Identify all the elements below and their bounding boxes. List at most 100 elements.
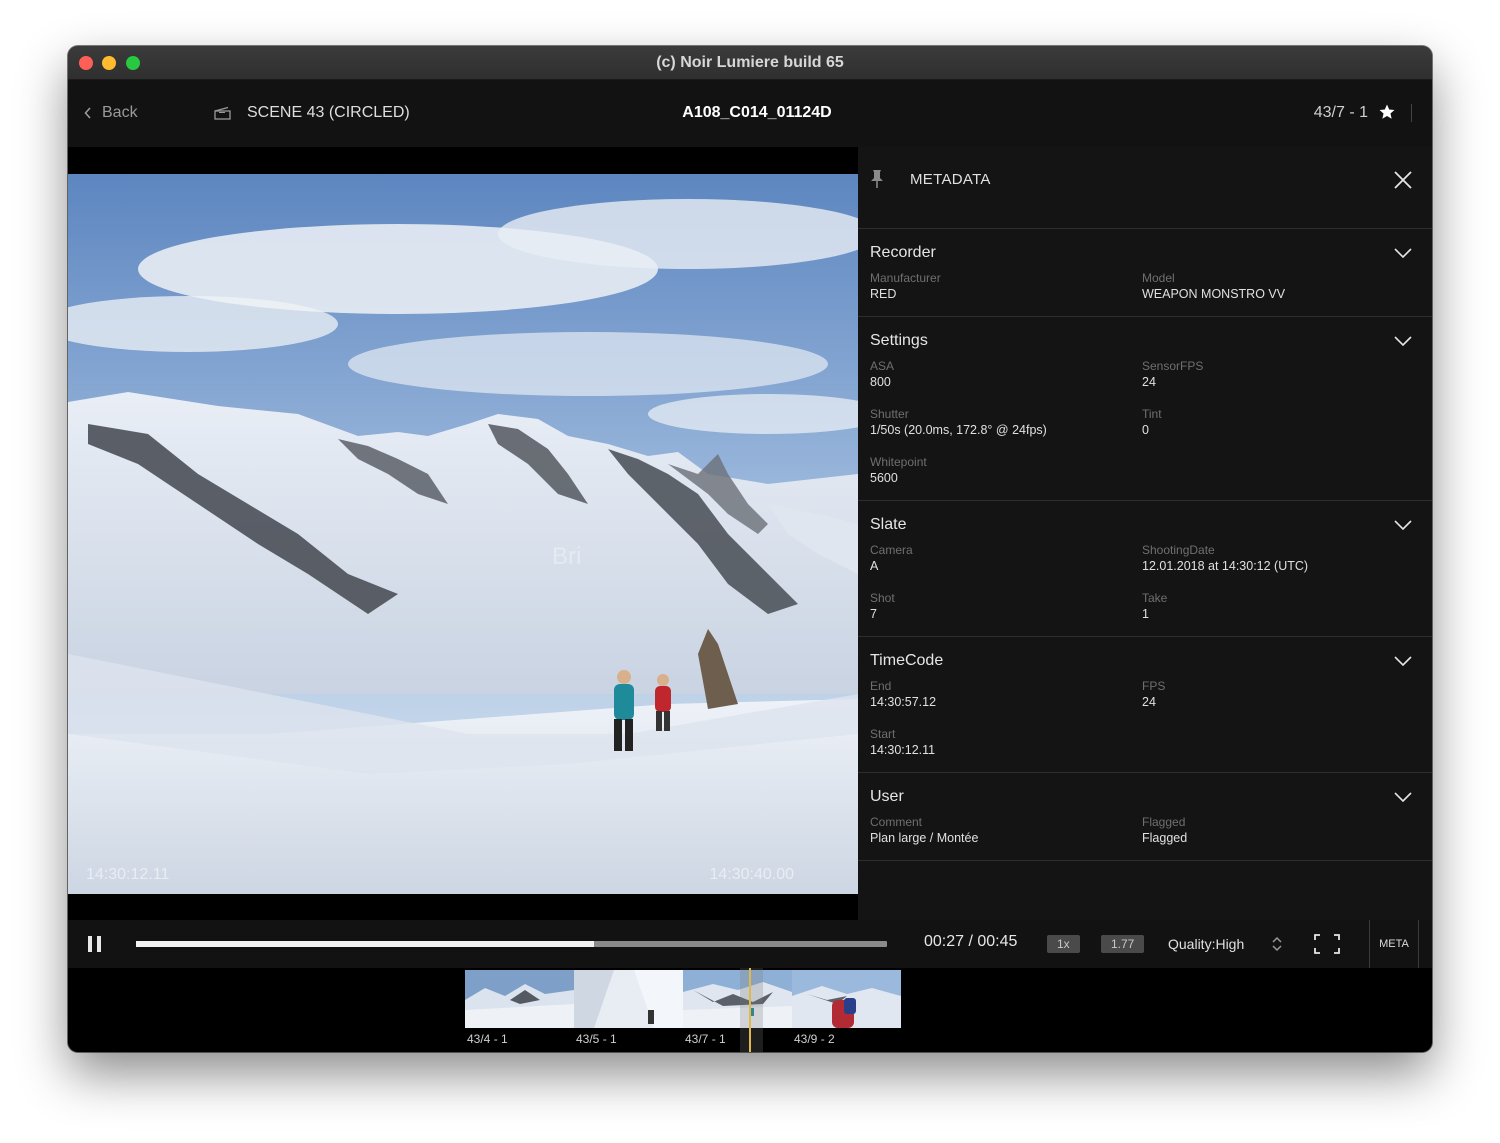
field-value: RED bbox=[870, 287, 897, 301]
video-frame[interactable]: Bri 14:30:12.11 14:30:40.00 bbox=[68, 174, 858, 894]
thumbnail-label: 43/5 - 1 bbox=[576, 1032, 617, 1046]
clip-name: A108_C014_01124D bbox=[682, 104, 832, 121]
field-fps: FPS 24 bbox=[1142, 679, 1414, 710]
metadata-title: METADATA bbox=[910, 171, 991, 188]
thumbnail-label: 43/7 - 1 bbox=[685, 1032, 726, 1046]
top-bar: Back SCENE 43 (CIRCLED) A108_C014_01124D… bbox=[68, 80, 1432, 147]
topbar-divider bbox=[1411, 104, 1412, 122]
pause-icon bbox=[88, 936, 92, 952]
chevron-down-icon bbox=[1394, 656, 1412, 666]
video-player[interactable]: Bri 14:30:12.11 14:30:40.00 bbox=[68, 147, 858, 920]
scene-label: SCENE 43 (CIRCLED) bbox=[247, 104, 410, 121]
time-display: 00:27 / 00:45 bbox=[924, 933, 1018, 950]
scene-breadcrumb[interactable]: SCENE 43 (CIRCLED) bbox=[214, 104, 410, 122]
field-value: Plan large / Montée bbox=[870, 831, 979, 845]
close-icon[interactable] bbox=[1394, 171, 1412, 189]
title-bar: (c) Noir Lumiere build 65 bbox=[68, 46, 1432, 80]
fullscreen-icon[interactable] bbox=[1314, 934, 1340, 954]
chevron-down-icon bbox=[1394, 248, 1412, 258]
section-title: TimeCode bbox=[870, 652, 944, 669]
thumbnail-image bbox=[574, 970, 683, 1028]
timecode-in: 14:30:12.11 bbox=[86, 866, 170, 883]
field-value: 24 bbox=[1142, 695, 1156, 709]
section-timecode-header[interactable]: TimeCode bbox=[870, 637, 1420, 685]
back-button[interactable]: Back bbox=[84, 104, 138, 122]
aspect-ratio-button[interactable]: 1.77 bbox=[1101, 935, 1145, 953]
field-value: 800 bbox=[870, 375, 891, 389]
playhead-highlight bbox=[740, 968, 763, 1052]
field-value: 5600 bbox=[870, 471, 898, 485]
field-label: Take bbox=[1142, 591, 1168, 605]
section-user-header[interactable]: User bbox=[870, 773, 1420, 821]
field-label: Flagged bbox=[1142, 815, 1186, 829]
timecode-out: 14:30:40.00 bbox=[709, 866, 794, 883]
field-value: 7 bbox=[870, 607, 877, 621]
thumbnail-43-7-1[interactable] bbox=[683, 970, 792, 1028]
field-grid: End 14:30:57.12 FPS 24 Start 14:30:12.11 bbox=[870, 679, 1420, 762]
thumbnail-43-4-1[interactable] bbox=[465, 970, 574, 1028]
thumbnail-image bbox=[792, 970, 901, 1028]
section-settings: Settings ASA 800 SensorFPS 24 Shutter 1/50s… bbox=[858, 317, 1432, 501]
field-value: 12.01.2018 at 14:30:12 (UTC) bbox=[1142, 559, 1309, 573]
thumbnail-43-5-1[interactable] bbox=[574, 970, 683, 1028]
window-title: (c) Noir Lumiere build 65 bbox=[656, 54, 844, 71]
field-take: Take 1 bbox=[1142, 591, 1414, 622]
field-comment: Comment Plan large / Montée bbox=[870, 815, 1142, 846]
chevron-down-icon bbox=[1394, 792, 1412, 802]
field-shot: Shot 7 bbox=[870, 591, 1142, 622]
section-title: Recorder bbox=[870, 244, 936, 261]
chevron-down-icon bbox=[1394, 520, 1412, 530]
thumbnail-43-9-2[interactable] bbox=[792, 970, 901, 1028]
field-whitepoint: Whitepoint 5600 bbox=[870, 455, 1142, 486]
field-label: SensorFPS bbox=[1142, 359, 1204, 373]
filmstrip-playhead[interactable] bbox=[749, 968, 751, 1052]
section-settings-header[interactable]: Settings bbox=[870, 317, 1420, 365]
quality-select[interactable]: Quality:High bbox=[1168, 936, 1244, 952]
field-label: Comment bbox=[870, 815, 923, 829]
field-label: Model bbox=[1142, 271, 1175, 285]
star-icon[interactable] bbox=[1378, 103, 1396, 121]
field-value: A bbox=[870, 559, 879, 573]
section-title: Settings bbox=[870, 332, 928, 349]
clapperboard-icon bbox=[214, 106, 231, 120]
field-value: 0 bbox=[1142, 423, 1149, 437]
take-id: 43/7 - 1 bbox=[1313, 104, 1368, 121]
speed-button[interactable]: 1x bbox=[1047, 935, 1080, 953]
field-label: Whitepoint bbox=[870, 455, 927, 469]
field-grid: Comment Plan large / Montée Flagged Flagge… bbox=[870, 815, 1420, 850]
field-manufacturer: Manufacturer RED bbox=[870, 271, 1142, 302]
updown-chevron-icon[interactable] bbox=[1270, 936, 1284, 952]
video-watermark: Bri bbox=[552, 543, 581, 570]
field-label: Shutter bbox=[870, 407, 909, 421]
chevron-left-icon bbox=[84, 107, 91, 119]
field-grid: Manufacturer RED Model WEAPON MONSTRO VV bbox=[870, 271, 1420, 306]
progress-fill bbox=[136, 941, 595, 947]
field-sensorfps: SensorFPS 24 bbox=[1142, 359, 1414, 390]
video-image: Bri bbox=[68, 174, 858, 894]
section-slate-header[interactable]: Slate bbox=[870, 501, 1420, 549]
section-recorder: Recorder Manufacturer RED Model WEAPON MON… bbox=[858, 229, 1432, 317]
field-grid: ASA 800 SensorFPS 24 Shutter 1/50s (20.0ms,… bbox=[870, 359, 1420, 490]
field-value: 14:30:12.11 bbox=[870, 743, 936, 757]
section-recorder-header[interactable]: Recorder bbox=[870, 229, 1420, 277]
pause-button[interactable] bbox=[88, 936, 102, 952]
chevron-down-icon bbox=[1394, 336, 1412, 346]
meta-toggle-button[interactable]: META bbox=[1369, 920, 1419, 968]
field-label: Shot bbox=[870, 591, 895, 605]
field-label: ShootingDate bbox=[1142, 543, 1215, 557]
field-value: 14:30:57.12 bbox=[870, 695, 937, 709]
progress-bar[interactable] bbox=[136, 941, 887, 947]
field-value: 1 bbox=[1142, 607, 1149, 621]
back-label: Back bbox=[102, 104, 138, 121]
section-title: User bbox=[870, 788, 904, 805]
field-tint: Tint 0 bbox=[1142, 407, 1414, 438]
field-shootingdate: ShootingDate 12.01.2018 at 14:30:12 (UTC) bbox=[1142, 543, 1414, 574]
thumbnail-image bbox=[683, 970, 792, 1028]
section-user: User Comment Plan large / Montée Flagged F… bbox=[858, 773, 1432, 861]
section-slate: Slate Camera A ShootingDate 12.01.2018 at … bbox=[858, 501, 1432, 637]
field-value: Flagged bbox=[1142, 831, 1188, 845]
metadata-header: METADATA bbox=[858, 147, 1432, 229]
field-asa: ASA 800 bbox=[870, 359, 1142, 390]
field-value: WEAPON MONSTRO VV bbox=[1142, 287, 1286, 301]
pin-icon[interactable] bbox=[870, 169, 884, 189]
